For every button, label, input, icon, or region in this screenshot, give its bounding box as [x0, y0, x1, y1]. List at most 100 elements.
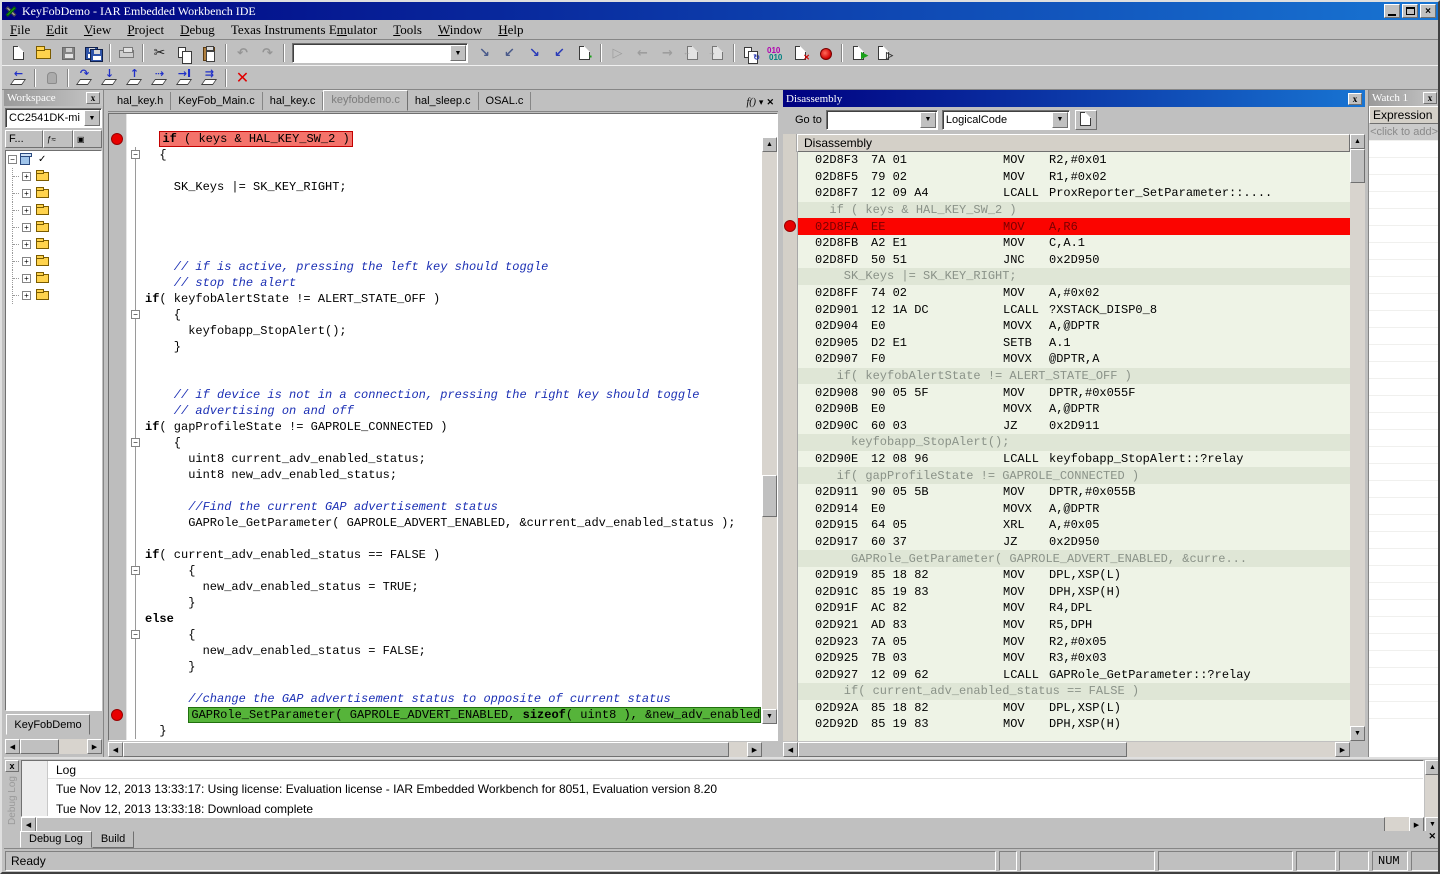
watch-empty-row[interactable] [1369, 192, 1440, 209]
disassembly-instruction-row[interactable]: 02D91C85 19 83MOVDPH,XSP(H) [783, 583, 1350, 600]
disassembly-options-button[interactable] [1075, 110, 1097, 130]
watch-empty-row[interactable] [1369, 158, 1440, 175]
code-text[interactable]: if( keyfobAlertState != ALERT_STATE_OFF … [145, 292, 761, 306]
tree-root-row[interactable]: −✓ [6, 151, 101, 168]
chevron-down-icon[interactable]: ▼ [84, 110, 100, 126]
code-text[interactable]: GAPRole_GetParameter( GAPROLE_ADVERT_ENA… [145, 516, 761, 530]
code-line[interactable]: // if is active, pressing the left key s… [109, 259, 761, 275]
scroll-left-icon[interactable]: ◀ [21, 817, 36, 832]
breakpoint-gutter[interactable] [109, 547, 127, 563]
editor-tab-keyfobdemo-c[interactable]: keyfobdemo.c [323, 90, 407, 111]
disassembly-gutter[interactable] [783, 152, 798, 169]
breakpoint-gutter[interactable] [109, 419, 127, 435]
watch-empty-row[interactable] [1369, 668, 1440, 685]
find-next-button[interactable]: ↘ [473, 43, 496, 64]
code-line[interactable] [109, 195, 761, 211]
breakpoint-gutter[interactable] [109, 387, 127, 403]
scroll-right-icon[interactable]: ▶ [87, 739, 102, 754]
breakpoint-gutter[interactable] [109, 451, 127, 467]
code-line[interactable]: SK_Keys |= SK_KEY_RIGHT; [109, 179, 761, 195]
disassembly-gutter[interactable] [783, 451, 798, 468]
scroll-left-icon[interactable]: ◀ [5, 739, 20, 754]
code-line[interactable]: − { [109, 307, 761, 323]
fold-collapse-icon[interactable]: − [131, 438, 140, 447]
disassembly-gutter[interactable] [783, 202, 798, 219]
remove-file-button[interactable]: ✕ [789, 43, 812, 64]
disassembly-source-row[interactable]: SK_Keys |= SK_KEY_RIGHT; [783, 268, 1350, 285]
breakpoint-gutter[interactable] [109, 723, 127, 739]
disassembly-source-row[interactable]: keyfobapp_StopAlert(); [783, 434, 1350, 451]
disassembly-instruction-row[interactable]: 02D8FBA2 E1MOVC,A.1 [783, 235, 1350, 252]
code-line[interactable]: // advertising on and off [109, 403, 761, 419]
expand-icon[interactable]: + [22, 189, 31, 198]
chevron-down-icon[interactable]: ▼ [920, 112, 936, 128]
disassembly-gutter[interactable] [783, 617, 798, 634]
watch-empty-row[interactable] [1369, 600, 1440, 617]
disassembly-gutter[interactable] [783, 351, 798, 368]
watch-empty-row[interactable] [1369, 362, 1440, 379]
code-line[interactable] [109, 483, 761, 499]
disassembly-source-row[interactable]: GAPRole_GetParameter( GAPROLE_ADVERT_ENA… [783, 550, 1350, 567]
disassembly-gutter[interactable] [783, 418, 798, 435]
stop-debugging-button[interactable]: ✕ [231, 67, 254, 88]
navigate-forward-button[interactable]: → [656, 43, 679, 64]
disassembly-instruction-row[interactable]: 02D92712 09 62LCALLGAPRole_GetParameter:… [783, 666, 1350, 683]
next-topic-button[interactable]: → [706, 43, 729, 64]
watch-empty-row[interactable] [1369, 481, 1440, 498]
code-line[interactable]: GAPRole_SetParameter( GAPROLE_ADVERT_ENA… [109, 707, 761, 723]
code-text[interactable]: if( gapProfileState != GAPROLE_CONNECTED… [145, 420, 761, 434]
disassembly-gutter[interactable] [783, 683, 798, 700]
watch-empty-row[interactable] [1369, 141, 1440, 158]
disassembly-vscrollbar[interactable]: ▲ ▼ [1350, 134, 1365, 741]
editor-tab-KeyFob_Main-c[interactable]: KeyFob_Main.c [171, 92, 262, 110]
log-vscrollbar[interactable]: ▲ ▼ [1425, 760, 1440, 832]
code-line[interactable]: //change the GAP advertisement status to… [109, 691, 761, 707]
code-comment[interactable]: // advertising on and off [145, 404, 761, 418]
disassembly-gutter[interactable] [783, 600, 798, 617]
breakpoint-gutter[interactable] [109, 627, 127, 643]
copy-button[interactable] [173, 43, 196, 64]
watch-empty-row[interactable] [1369, 430, 1440, 447]
chevron-down-icon[interactable]: ▼ [450, 45, 466, 61]
menu-item-view[interactable]: View [76, 21, 119, 39]
disassembly-instruction-row[interactable]: 02D92A85 18 82MOVDPL,XSP(L) [783, 700, 1350, 717]
code-text[interactable]: { [145, 564, 761, 578]
breakpoint-gutter[interactable] [109, 659, 127, 675]
workspace-col-icon-1[interactable]: ƒ≈ [43, 130, 73, 148]
disassembly-instruction-row[interactable]: 02D90BE0MOVXA,@DPTR [783, 401, 1350, 418]
breakpoint-gutter[interactable] [109, 643, 127, 659]
watch-empty-row[interactable] [1369, 413, 1440, 430]
scroll-right-icon[interactable]: ▶ [1335, 742, 1350, 757]
breakpoint-gutter[interactable] [109, 579, 127, 595]
log-close-icon[interactable]: x [5, 760, 19, 772]
disassembly-gutter[interactable] [783, 534, 798, 551]
disassembly-gutter[interactable] [783, 268, 798, 285]
watch-empty-row[interactable] [1369, 209, 1440, 226]
next-statement-button[interactable]: ⇢ [148, 67, 171, 88]
disassembly-gutter[interactable] [783, 550, 798, 567]
code-line[interactable]: − { [109, 435, 761, 451]
scroll-up-icon[interactable]: ▲ [1350, 134, 1365, 149]
disassembly-instruction-row[interactable]: 02D8FAEEMOVA,R6 [783, 218, 1350, 235]
code-line[interactable]: // if device is not in a connection, pre… [109, 387, 761, 403]
editor-hscrollbar[interactable]: ◀ ▶ [108, 742, 762, 757]
code-text[interactable]: GAPRole_SetParameter( GAPROLE_ADVERT_ENA… [145, 707, 761, 723]
scroll-down-icon[interactable]: ▼ [1350, 726, 1365, 741]
editor-tab-hal_sleep-c[interactable]: hal_sleep.c [408, 92, 479, 110]
code-line[interactable]: new_adv_enabled_status = TRUE; [109, 579, 761, 595]
code-text[interactable]: { [145, 436, 761, 450]
watch-empty-row[interactable] [1369, 464, 1440, 481]
disassembly-gutter[interactable] [783, 169, 798, 186]
scroll-right-icon[interactable]: ▶ [747, 742, 762, 757]
disassembly-gutter[interactable] [783, 583, 798, 600]
redo-button[interactable]: ↷ [256, 43, 279, 64]
navigate-back-button[interactable]: ← [631, 43, 654, 64]
disassembly-gutter[interactable] [783, 252, 798, 269]
disassembly-source-row[interactable]: if( keyfobAlertState != ALERT_STATE_OFF … [783, 368, 1350, 385]
watch-empty-row[interactable] [1369, 345, 1440, 362]
breakpoint-gutter[interactable] [109, 195, 127, 211]
maximize-button[interactable] [1402, 4, 1418, 18]
code-line[interactable]: } [109, 339, 761, 355]
search-combobox[interactable]: ▼ [292, 43, 468, 63]
code-text[interactable]: else [145, 612, 761, 626]
